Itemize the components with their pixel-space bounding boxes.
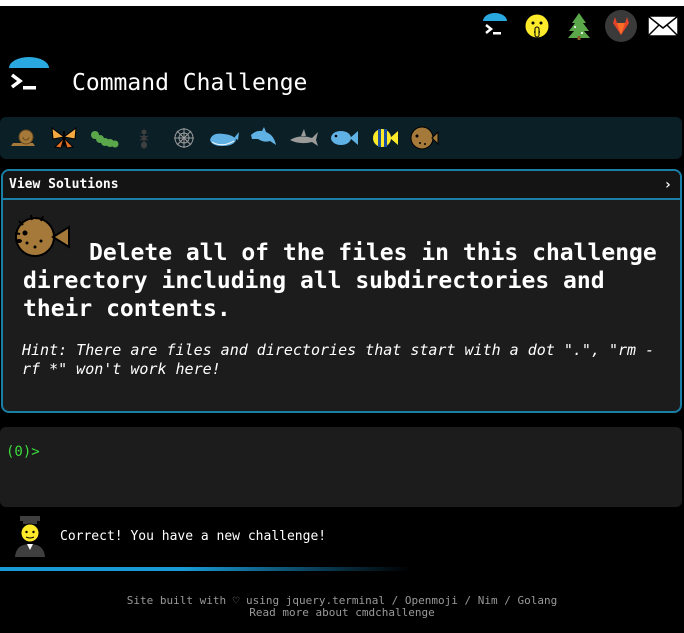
- footer: Site built with ♡ using jquery.terminal …: [0, 595, 684, 619]
- view-solutions-label: View Solutions: [9, 177, 119, 192]
- fish-icon[interactable]: [326, 120, 362, 156]
- gitlab-icon[interactable]: [604, 9, 638, 43]
- challenge-progress-strip: [0, 117, 682, 159]
- pufferfish-icon[interactable]: [406, 120, 442, 156]
- site-logo-icon[interactable]: [8, 56, 50, 98]
- challenge-panel: View Solutions › Delete all of the files…: [1, 169, 682, 413]
- terminal[interactable]: (0)>: [0, 427, 682, 507]
- envelope-icon[interactable]: [646, 9, 680, 43]
- butterfly-icon[interactable]: [46, 120, 82, 156]
- terminal-prompt: (0)>: [6, 444, 40, 460]
- shushing-face-icon[interactable]: [520, 9, 554, 43]
- dolphin-icon[interactable]: [246, 120, 282, 156]
- progress-bar: [0, 567, 410, 571]
- challenge-description: Delete all of the files in this challeng…: [23, 240, 657, 322]
- snail-icon[interactable]: [6, 120, 42, 156]
- caterpillar-icon[interactable]: [86, 120, 122, 156]
- footer-read-more-link[interactable]: Read more about cmdchallenge: [0, 607, 684, 619]
- status-message: Correct! You have a new challenge!: [60, 529, 327, 544]
- page: Command Challenge View Solutions › Delet…: [0, 0, 684, 633]
- top-icon-bar: [478, 9, 680, 43]
- tree-icon[interactable]: [562, 9, 596, 43]
- ant-icon[interactable]: [126, 120, 162, 156]
- challenge-hint: Hint: There are files and directories th…: [22, 341, 655, 378]
- shark-icon[interactable]: [286, 120, 322, 156]
- terminal-logo-icon[interactable]: [478, 9, 512, 43]
- page-title: Command Challenge: [72, 70, 308, 96]
- whale-icon[interactable]: [206, 120, 242, 156]
- spider-web-icon[interactable]: [166, 120, 202, 156]
- chevron-right-icon: ›: [663, 176, 672, 193]
- tropical-fish-icon[interactable]: [366, 120, 402, 156]
- view-solutions-toggle[interactable]: View Solutions ›: [3, 171, 680, 200]
- top-border: [0, 0, 684, 6]
- judge-avatar-icon: [12, 514, 48, 558]
